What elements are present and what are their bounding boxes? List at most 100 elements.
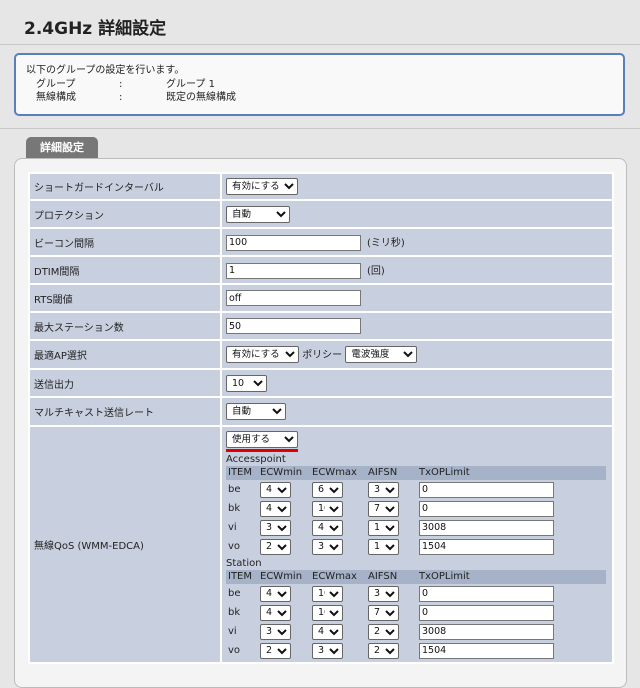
info-value: グループ 1 xyxy=(166,79,215,90)
col-ecwmax: ECWmax xyxy=(310,570,366,584)
aifsn-select[interactable]: 3 xyxy=(368,481,399,498)
ecwmin-select[interactable]: 2 xyxy=(260,642,291,659)
multicast-select[interactable]: 自動 xyxy=(226,403,286,420)
ecwmax-select[interactable]: 10 xyxy=(312,604,343,621)
info-colon: : xyxy=(119,92,123,103)
policy-label: ポリシー xyxy=(302,349,343,361)
txop-input[interactable] xyxy=(419,519,554,536)
qos-header-row: ITEM ECWmin ECWmax AIFSN TxOPLimit xyxy=(226,570,606,584)
qos-item: vi xyxy=(228,522,237,533)
info-row-group: グループ : グループ 1 xyxy=(26,78,613,91)
info-key: 無線構成 xyxy=(36,92,76,103)
txop-input[interactable] xyxy=(419,642,554,659)
beacon-label: ビーコン間隔 xyxy=(30,229,220,255)
ecwmin-select[interactable]: 4 xyxy=(260,500,291,517)
qos-row: bk 4 10 7 xyxy=(226,499,606,518)
qos-label: 無線QoS (WMM-EDCA) xyxy=(30,427,220,662)
txop-input[interactable] xyxy=(419,585,554,602)
header-divider xyxy=(0,44,640,45)
ecwmin-select[interactable]: 4 xyxy=(260,604,291,621)
dtim-input[interactable] xyxy=(226,262,361,279)
txop-input[interactable] xyxy=(419,481,554,498)
row-best-ap: 最適AP選択 有効にする ポリシー 電波強度 xyxy=(30,341,612,368)
info-value: 既定の無線構成 xyxy=(166,92,236,103)
qos-item: be xyxy=(228,484,241,495)
txop-input[interactable] xyxy=(419,500,554,517)
best-ap-select[interactable]: 有効にする xyxy=(226,346,299,364)
qos-item: vo xyxy=(228,541,241,552)
qos-item: vo xyxy=(228,645,241,656)
qos-accesspoint-table: ITEM ECWmin ECWmax AIFSN TxOPLimit be 4 6 3… xyxy=(226,466,606,556)
txop-input[interactable] xyxy=(419,538,554,555)
col-item: ITEM xyxy=(226,570,258,584)
ecwmax-select[interactable]: 3 xyxy=(312,642,343,659)
ecwmax-select[interactable]: 4 xyxy=(312,623,343,640)
ecwmax-select[interactable]: 10 xyxy=(312,585,343,602)
col-aifsn: AIFSN xyxy=(366,466,417,480)
max-station-label: 最大ステーション数 xyxy=(30,313,220,339)
qos-header-row: ITEM ECWmin ECWmax AIFSN TxOPLimit xyxy=(226,466,606,480)
row-rts: RTS閾値 xyxy=(30,285,612,311)
row-multicast: マルチキャスト送信レート 自動 xyxy=(30,398,612,425)
policy-select[interactable]: 電波強度 xyxy=(345,346,418,364)
rts-label: RTS閾値 xyxy=(30,285,220,311)
tx-power-select[interactable]: 10 xyxy=(226,374,267,392)
qos-item: bk xyxy=(228,607,241,618)
ecwmin-select[interactable]: 4 xyxy=(260,585,291,602)
page-title: 2.4GHz 詳細設定 xyxy=(24,19,167,39)
qos-row: bk 4 10 7 xyxy=(226,603,606,622)
qos-row: vi 3 4 2 xyxy=(226,622,606,641)
ecwmax-select[interactable]: 10 xyxy=(312,500,343,517)
ecwmin-select[interactable]: 3 xyxy=(260,623,291,640)
protection-select[interactable]: 自動 xyxy=(226,205,290,223)
col-ecwmax: ECWmax xyxy=(310,466,366,480)
info-box: 以下のグループの設定を行います。 グループ : グループ 1 無線構成 : 既定… xyxy=(14,53,625,116)
aifsn-select[interactable]: 7 xyxy=(368,500,399,517)
ecwmin-select[interactable]: 4 xyxy=(260,481,291,498)
tab-advanced-settings: 詳細設定 xyxy=(26,137,98,159)
info-key: グループ xyxy=(36,79,76,90)
dtim-label: DTIM間隔 xyxy=(30,257,220,283)
rts-input[interactable] xyxy=(226,290,361,306)
beacon-input[interactable] xyxy=(226,234,361,251)
settings-table: ショートガードインターバル 有効にする プロテクション 自動 ビーコン間隔 (ミ… xyxy=(28,172,614,664)
protection-label: プロテクション xyxy=(30,201,220,227)
aifsn-select[interactable]: 2 xyxy=(368,623,399,640)
aifsn-select[interactable]: 1 xyxy=(368,519,399,536)
short-guard-label: ショートガードインターバル xyxy=(30,174,220,199)
max-station-input[interactable] xyxy=(226,318,361,334)
best-ap-label: 最適AP選択 xyxy=(30,341,220,368)
txop-input[interactable] xyxy=(419,604,554,621)
ecwmax-select[interactable]: 3 xyxy=(312,538,343,555)
row-dtim: DTIM間隔 (回) xyxy=(30,257,612,283)
qos-select[interactable]: 使用する xyxy=(226,431,298,448)
qos-row: vi 3 4 1 xyxy=(226,518,606,537)
ecwmax-select[interactable]: 6 xyxy=(312,481,343,498)
row-protection: プロテクション 自動 xyxy=(30,201,612,227)
col-txoplimit: TxOPLimit xyxy=(417,570,606,584)
qos-row: be 4 6 3 xyxy=(226,480,606,499)
row-beacon: ビーコン間隔 (ミリ秒) xyxy=(30,229,612,255)
qos-item: vi xyxy=(228,626,237,637)
txop-input[interactable] xyxy=(419,623,554,640)
qos-station-table: ITEM ECWmin ECWmax AIFSN TxOPLimit be 4 10… xyxy=(226,570,606,660)
qos-item: be xyxy=(228,588,241,599)
aifsn-select[interactable]: 7 xyxy=(368,604,399,621)
section-divider xyxy=(0,128,640,129)
ecwmax-select[interactable]: 4 xyxy=(312,519,343,536)
ecwmin-select[interactable]: 3 xyxy=(260,519,291,536)
short-guard-select[interactable]: 有効にする xyxy=(226,178,298,195)
station-title: Station xyxy=(226,558,262,569)
col-aifsn: AIFSN xyxy=(366,570,417,584)
aifsn-select[interactable]: 1 xyxy=(368,538,399,555)
aifsn-select[interactable]: 2 xyxy=(368,642,399,659)
accesspoint-title: Accesspoint xyxy=(226,454,286,465)
qos-item: bk xyxy=(228,503,241,514)
info-description: 以下のグループの設定を行います。 xyxy=(26,65,185,76)
info-row-config: 無線構成 : 既定の無線構成 xyxy=(26,91,613,104)
row-qos: 無線QoS (WMM-EDCA) 使用する Accesspoint ITEM E… xyxy=(30,427,612,662)
row-max-station: 最大ステーション数 xyxy=(30,313,612,339)
ecwmin-select[interactable]: 2 xyxy=(260,538,291,555)
row-short-guard: ショートガードインターバル 有効にする xyxy=(30,174,612,199)
aifsn-select[interactable]: 3 xyxy=(368,585,399,602)
